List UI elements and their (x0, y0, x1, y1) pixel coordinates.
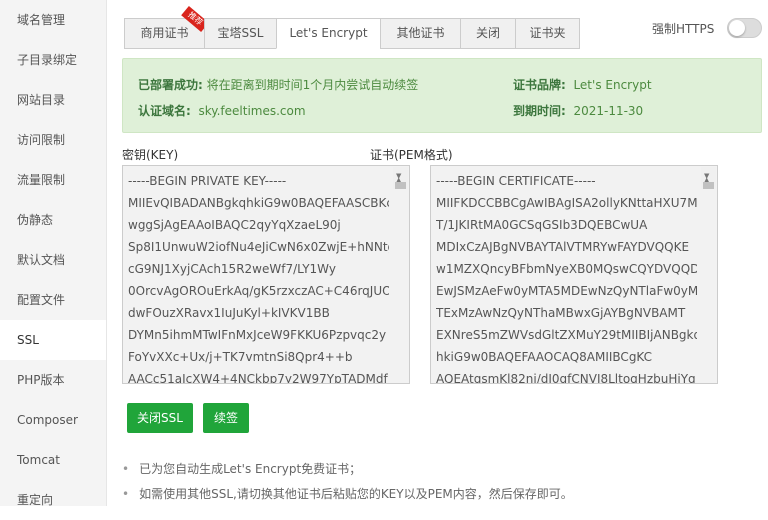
sidebar-item[interactable]: 域名管理 (0, 0, 106, 40)
tab[interactable]: 证书夹 (515, 18, 580, 49)
scroll-down-icon[interactable]: ▼ (396, 167, 401, 187)
tab-label: Let's Encrypt (289, 26, 368, 40)
sidebar-item[interactable]: 子目录绑定 (0, 40, 106, 80)
ssl-tabs: 商用证书 推荐 宝塔SSL Let's Encrypt 其他证书 关闭 证书夹 (124, 6, 580, 49)
tab-label: 证书夹 (529, 26, 566, 40)
text-line: -----BEGIN PRIVATE KEY----- (128, 174, 287, 188)
sidebar-item[interactable]: SSL (0, 320, 106, 360)
key-label: 密钥(KEY) (122, 148, 179, 162)
expiry-value: 2021-11-30 (573, 104, 644, 118)
certificate-textarea[interactable]: -----BEGIN CERTIFICATE----- MIIFKDCCBBCgA… (430, 165, 718, 384)
text-line: dwFOuzXRavx1IuJuKyl+kIVKV1BB (128, 306, 330, 320)
tab[interactable]: 宝塔SSL (204, 18, 276, 49)
text-line: MIIEvQIBADANBgkqhkiG9w0BAQEFAASCBKc (128, 196, 389, 210)
text-line: FoYvXXc+Ux/j+TK7vmtnSi8Qpr4++b (128, 350, 353, 364)
text-line: TExMzAwNzQyNThaMBwxGjAYBgNVBAMT (436, 306, 686, 320)
sidebar-item[interactable]: 配置文件 (0, 280, 106, 320)
certificate-status-panel: 已部署成功: 将在距离到期时间1个月内尝试自动续签 认证域名: sky.feel… (122, 58, 762, 133)
tab-label: 宝塔SSL (217, 26, 264, 40)
sidebar-item[interactable]: 访问限制 (0, 120, 106, 160)
text-line: wggSjAgEAAoIBAQC2qyYqXzaeL90j (128, 218, 341, 232)
text-line: T/1JKIRtMA0GCSqGSIb3DQEBCwUA (436, 218, 648, 232)
sidebar: 域名管理 子目录绑定 网站目录 访问限制 流量限制 伪静态 默认文档 配置文件 SSL PHP版本… (0, 0, 107, 507)
close-ssl-button[interactable]: 关闭SSL (127, 403, 193, 433)
brand-value: Let's Encrypt (573, 78, 652, 92)
scrollbar[interactable]: ▲ ▼ (393, 167, 408, 189)
cert-label: 证书(PEM格式) (370, 148, 453, 162)
sidebar-item[interactable]: Composer (0, 400, 106, 440)
sidebar-item[interactable]: 网站目录 (0, 80, 106, 120)
sidebar-item[interactable]: PHP版本 (0, 360, 106, 400)
tip-item: 如需使用其他SSL,请切换其他证书后粘贴您的KEY以及PEM内容，然后保存即可。 (122, 485, 573, 510)
tab[interactable]: 关闭 (460, 18, 515, 49)
text-line: AACc51aIcXW4+4NCkbp7y2W97YpTADMdf1 (128, 372, 389, 384)
tab[interactable]: 商用证书 推荐 (124, 6, 209, 49)
sidebar-item[interactable]: 流量限制 (0, 160, 106, 200)
deployed-text: 将在距离到期时间1个月内尝试自动续签 (206, 78, 419, 92)
scroll-down-icon[interactable]: ▼ (704, 167, 709, 187)
sidebar-item[interactable]: 伪静态 (0, 200, 106, 240)
domain-label: 认证域名: (138, 104, 191, 118)
tab[interactable]: 其他证书 (380, 18, 460, 49)
text-line: hkiG9w0BAQEFAAOCAQ8AMIIBCgKC (436, 350, 653, 364)
tab-label: 关闭 (475, 26, 500, 40)
sidebar-item[interactable]: 默认文档 (0, 240, 106, 280)
text-line: MIIFKDCCBBCgAwIBAgISA2ollyKNttaHXU7M (436, 196, 697, 210)
text-line: 0OrcvAgOROuErkAq/gK5rzxczAC+C46rqJUO (128, 284, 389, 298)
force-https-label: 强制HTTPS (652, 22, 715, 36)
text-line: EwJSMzAeFw0yMTA5MDEwNzQyNTlaFw0yM (436, 284, 697, 298)
sidebar-item[interactable]: 重定向 (0, 480, 106, 520)
text-line: w1MZXQncyBFbmNyeXB0MQswCQYDVQQD (436, 262, 697, 276)
text-line: Sp8I1UnwuW2iofNu4eJiCwN6x0ZwjE+hNNtg (128, 240, 389, 254)
text-line: EXNreS5mZWVsdGltZXMuY29tMIIBIjANBgkq (436, 328, 697, 342)
tab-label: 其他证书 (396, 26, 445, 40)
text-line: -----BEGIN CERTIFICATE----- (436, 174, 596, 188)
sidebar-item[interactable]: Tomcat (0, 440, 106, 480)
tips-list: 已为您自动生成Let's Encrypt免费证书； 如需使用其他SSL,请切换其… (122, 460, 573, 510)
text-line: DYMn5ihmMTwIFnMxJceW9FKKU6Pzpvqc2y (128, 328, 387, 342)
text-line: cG9NJ1XyjCAch15R2weWf7/LY1Wy (128, 262, 336, 276)
tab[interactable]: Let's Encrypt (276, 18, 380, 49)
domain-value: sky.feeltimes.com (198, 104, 306, 118)
deployed-label: 已部署成功: (138, 78, 203, 92)
force-https-toggle[interactable] (727, 18, 762, 38)
tip-item: 已为您自动生成Let's Encrypt免费证书； (122, 460, 573, 485)
text-line: MDIxCzAJBgNVBAYTAlVTMRYwFAYDVQQKE (436, 240, 690, 254)
tab-label: 商用证书 (140, 26, 189, 40)
text-line: AQEAtqsmKl82ni/dI0qfCNVJ8LltoqHzbuHiYg (436, 372, 696, 384)
expiry-label: 到期时间: (513, 104, 566, 118)
brand-label: 证书品牌: (513, 78, 566, 92)
scrollbar[interactable]: ▲ ▼ (701, 167, 716, 189)
renew-button[interactable]: 续签 (203, 403, 249, 433)
private-key-textarea[interactable]: -----BEGIN PRIVATE KEY----- MIIEvQIBADANB… (122, 165, 410, 384)
